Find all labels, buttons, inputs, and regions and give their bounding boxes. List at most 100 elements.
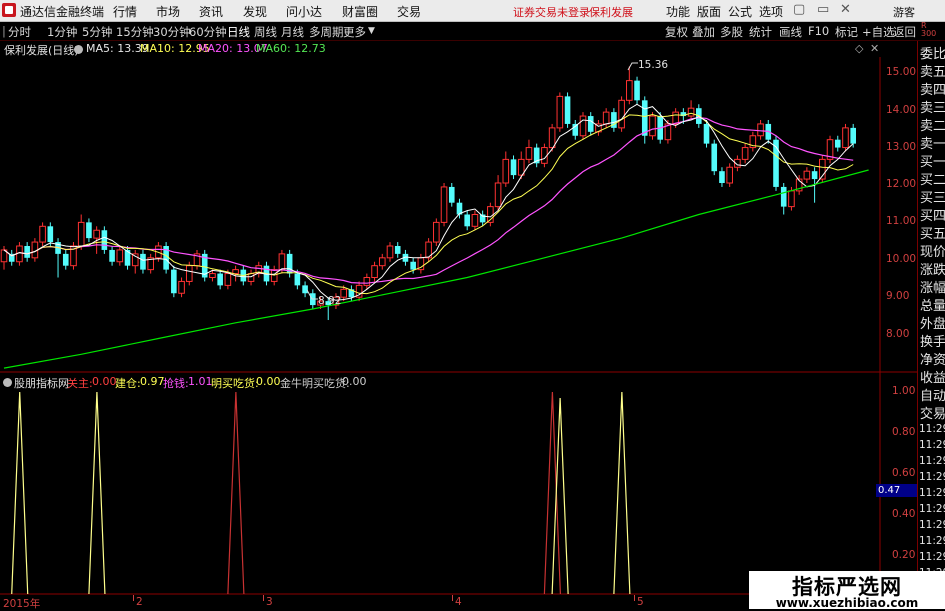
- period-tab-30min[interactable]: 30分钟: [153, 24, 191, 40]
- toolbar-f10-button[interactable]: F10: [808, 24, 829, 38]
- panel-field-label: 卖二: [920, 119, 945, 134]
- candle-body-up: [39, 225, 46, 243]
- window-restore-button[interactable]: ▭: [817, 2, 829, 17]
- high-price-mark: 15.36: [638, 59, 669, 71]
- candle-body-up: [247, 273, 255, 282]
- panel-field-label: 收益: [920, 371, 945, 386]
- period-tab-daily[interactable]: 日线: [227, 24, 250, 40]
- toolbar-add-watchlist-button[interactable]: +自选: [862, 24, 895, 40]
- candle-body-down: [464, 214, 470, 227]
- panel-top-small-count: 300: [921, 29, 937, 38]
- panel-trade-label[interactable]: 交易: [920, 403, 945, 422]
- toolbar-statistics-button[interactable]: 统计: [749, 24, 772, 40]
- panel-field-label: 买一: [920, 155, 945, 170]
- ma10-line: [3, 112, 854, 295]
- toolbar-overlay-button[interactable]: 叠加: [692, 24, 715, 40]
- panel-field-label: 卖五: [920, 65, 945, 80]
- panel-field-label: 换手: [920, 335, 945, 350]
- date-tick: [263, 595, 264, 601]
- toolbar-multi-stock-button[interactable]: 多股: [720, 24, 743, 40]
- indicator-item-value: 0.00: [92, 375, 117, 388]
- candle-body-up: [618, 99, 625, 129]
- candle-body-down: [410, 261, 416, 270]
- candle-body-down: [47, 226, 54, 243]
- candle-body-down: [641, 100, 648, 136]
- menu-item-layout[interactable]: 版面: [697, 3, 721, 20]
- panel-field-label: 涨幅: [920, 281, 945, 296]
- menu-item-formula[interactable]: 公式: [728, 3, 752, 20]
- period-tab-more[interactable]: 更多: [343, 24, 366, 40]
- toolbar-back-button[interactable]: 返回: [893, 24, 916, 40]
- candle-body-up: [649, 115, 656, 137]
- period-tab-intraday[interactable]: 分时: [8, 24, 31, 40]
- indicator-item-label: 抢钱:: [163, 377, 189, 390]
- candle-body-up: [548, 127, 556, 149]
- indicator-options-icon[interactable]: [3, 378, 12, 387]
- toolbar-mark-button[interactable]: 标记: [835, 24, 858, 40]
- date-axis-label: 2: [136, 596, 143, 608]
- toolbar-restore-rights-button[interactable]: 复权: [665, 24, 688, 40]
- window-close-button[interactable]: ✕: [840, 2, 851, 17]
- candle-body-up: [687, 107, 695, 117]
- panel-field-label: 买二: [920, 173, 945, 188]
- candle-body-down: [294, 273, 301, 286]
- candle-body-up: [378, 257, 386, 267]
- panel-time-label: 11:29: [919, 519, 945, 531]
- candle-body-up: [741, 147, 749, 160]
- menu-item-options[interactable]: 选项: [759, 3, 783, 20]
- indicator-item-value: 0.97: [140, 375, 165, 388]
- menu-bar: 通达信金融终端 行情 市场 资讯 发现 问小达 财富圈 交易 证券交易未登录 保…: [0, 0, 945, 22]
- menu-item-market[interactable]: 市场: [156, 3, 180, 20]
- more-dropdown-icon[interactable]: ▼: [368, 26, 375, 36]
- candle-body-up: [371, 265, 378, 278]
- indicator-spike: [227, 391, 245, 595]
- menu-item-news[interactable]: 资讯: [199, 3, 223, 20]
- candle-body-up: [757, 123, 764, 137]
- period-tab-60min[interactable]: 60分钟: [189, 24, 227, 40]
- period-tab-monthly[interactable]: 月线: [281, 24, 304, 40]
- watermark-url: www.xuezhibiao.com: [775, 596, 919, 610]
- candle-body-up: [672, 111, 679, 125]
- panel-auto-label[interactable]: 自动: [920, 385, 945, 404]
- panel-field-label: 买五: [920, 227, 945, 242]
- period-tab-weekly[interactable]: 周线: [254, 24, 277, 40]
- panel-field-label: 总量: [920, 299, 945, 314]
- candle-body-up: [602, 111, 610, 125]
- kline-chart[interactable]: [0, 41, 917, 597]
- candle-body-down: [302, 285, 308, 294]
- candle-body-down: [850, 127, 856, 144]
- panel-time-label: 11:29: [919, 551, 945, 563]
- panel-field-label: 外盘: [920, 317, 945, 332]
- candle-body-up: [185, 265, 193, 282]
- panel-field-label: 委比: [920, 47, 945, 62]
- menu-item-quotes[interactable]: 行情: [113, 3, 137, 20]
- period-tab-5min[interactable]: 5分钟: [82, 24, 112, 40]
- panel-time-label: 11:29: [919, 455, 945, 467]
- panel-time-label: 11:29: [919, 471, 945, 483]
- period-tab-1min[interactable]: 1分钟: [47, 24, 77, 40]
- menu-item-function[interactable]: 功能: [666, 3, 690, 20]
- candle-body-up: [209, 273, 216, 278]
- candle-body-up: [386, 245, 394, 259]
- price-axis-tick: 10.00: [886, 253, 917, 265]
- period-tab-15min[interactable]: 15分钟: [116, 24, 154, 40]
- candle-body-up: [224, 273, 232, 286]
- menu-item-discover[interactable]: 发现: [243, 3, 267, 20]
- trade-login-notice[interactable]: 证券交易未登录: [513, 4, 590, 20]
- panel-time-label: 11:29: [919, 439, 945, 451]
- period-toolbar: | 分时 1分钟 5分钟 15分钟 30分钟 60分钟 日线 周线 月线 多周期…: [0, 22, 945, 41]
- candle-body-down: [634, 80, 640, 101]
- app-title: 通达信金融终端: [20, 5, 105, 19]
- period-tab-multi[interactable]: 多周期: [309, 24, 344, 40]
- window-minimize-button[interactable]: ▢: [793, 2, 805, 17]
- toolbar-draw-line-button[interactable]: 画线: [779, 24, 802, 40]
- candle-body-up: [77, 221, 85, 247]
- menu-item-wealth[interactable]: 财富圈: [342, 3, 378, 20]
- menu-item-ask[interactable]: 问小达: [286, 3, 322, 20]
- candle-body-down: [140, 253, 146, 270]
- guest-login-button[interactable]: 游客: [893, 4, 915, 20]
- indicator-spike: [551, 398, 569, 595]
- candle-body-up: [626, 80, 633, 101]
- menu-item-trade[interactable]: 交易: [397, 3, 421, 20]
- candle-body-down: [86, 222, 92, 239]
